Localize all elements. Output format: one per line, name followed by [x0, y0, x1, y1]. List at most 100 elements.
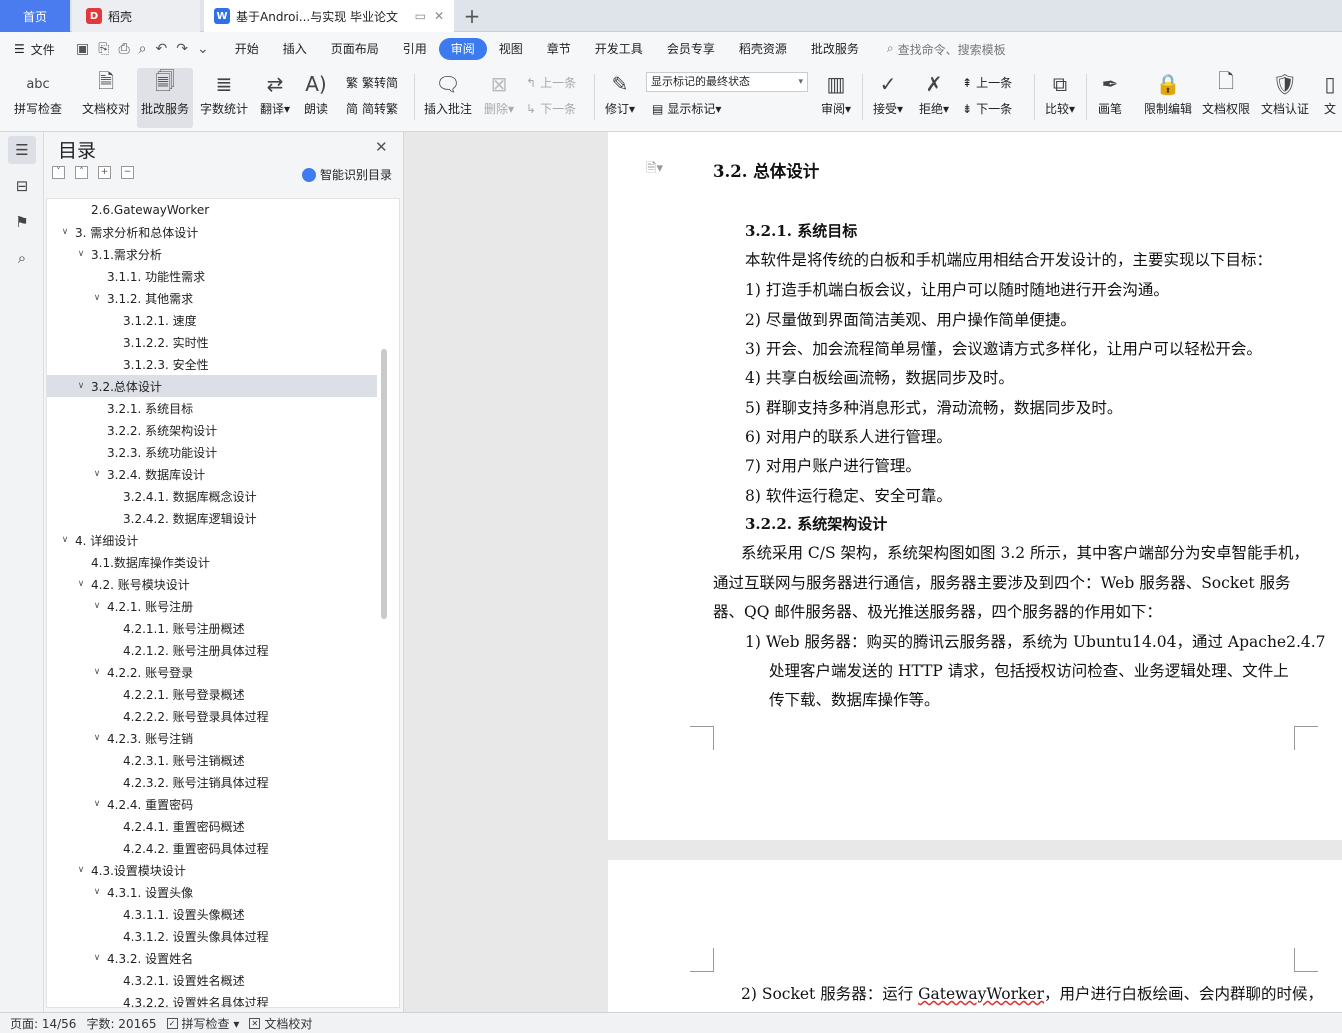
doc-permission-button[interactable]: 🗋 文档权限 [1198, 68, 1254, 128]
toc-item[interactable]: ∨ 4.2.4. 重置密码 [47, 793, 377, 815]
correction-service-button[interactable]: 🗐 批改服务 [137, 68, 193, 128]
toc-item[interactable]: ∨ 4.2.2. 账号登录 [47, 661, 377, 683]
paragraph-options-icon[interactable]: 🗎▾ [646, 159, 663, 181]
close-icon[interactable]: ✕ [375, 138, 388, 156]
chevron-down-icon[interactable]: ∨ [91, 953, 103, 963]
trad-to-simp-button[interactable]: 繁 繁转简 [346, 74, 398, 91]
menu-tab-reference[interactable]: 引用 [391, 38, 439, 60]
menu-tab-start[interactable]: 开始 [223, 38, 271, 60]
read-aloud-button[interactable]: A) 朗读 [298, 68, 334, 128]
spell-check-toggle[interactable]: ✓ 拼写检查 ▾ [166, 1015, 239, 1032]
toc-item[interactable]: ∨ 3.1.2. 其他需求 [47, 287, 377, 309]
chevron-down-icon[interactable]: ∨ [91, 469, 103, 479]
doc-check-button[interactable]: 🗎 文档校对 [78, 68, 134, 128]
display-state-select[interactable]: 显示标记的最终状态 ▾ [646, 72, 808, 92]
toc-item[interactable]: ∨ 3.2.总体设计 [47, 375, 377, 397]
compare-button[interactable]: ⧉ 比较▾ [1040, 68, 1080, 128]
new-tab-button[interactable]: + [458, 0, 486, 32]
menu-tab-layout[interactable]: 页面布局 [319, 38, 391, 60]
toc-item[interactable]: 4.3.2.1. 设置姓名概述 [47, 969, 377, 991]
chevron-down-icon[interactable]: ∨ [91, 293, 103, 303]
word-count-button[interactable]: ≣ 字数统计 [196, 68, 252, 128]
toc-item[interactable]: ∨ 4.3.2. 设置姓名 [47, 947, 377, 969]
review-pane-button[interactable]: ▥ 审阅▾ [816, 68, 856, 128]
toc-view-icon[interactable]: ☰ [8, 136, 36, 164]
track-changes-button[interactable]: ✎ 修订▾ [600, 68, 640, 128]
file-menu[interactable]: ☰ 文件 [0, 41, 70, 58]
toc-item[interactable]: 3.1.2.3. 安全性 [47, 353, 377, 375]
menu-tab-developer[interactable]: 开发工具 [583, 38, 655, 60]
undo-icon[interactable]: ↶ [155, 41, 167, 57]
add-heading-icon[interactable]: + [98, 166, 111, 179]
close-tab-icon[interactable]: ✕ [434, 9, 444, 23]
toc-item[interactable]: 4.2.4.1. 重置密码概述 [47, 815, 377, 837]
toc-item[interactable]: ∨ 4.2.1. 账号注册 [47, 595, 377, 617]
prev-comment-button[interactable]: ↰ 上一条 [526, 74, 576, 91]
chevron-down-icon[interactable]: ∨ [75, 579, 87, 589]
chevron-down-icon[interactable]: ∨ [59, 535, 71, 545]
simp-to-trad-button[interactable]: 简 简转繁 [346, 100, 398, 117]
toc-item[interactable]: 3.1.1. 功能性需求 [47, 265, 377, 287]
next-change-button[interactable]: ⇟ 下一条 [962, 100, 1012, 117]
pen-button[interactable]: ✒ 画笔 [1092, 68, 1128, 128]
toc-item[interactable]: 4.3.1.2. 设置头像具体过程 [47, 925, 377, 947]
chevron-down-icon[interactable]: ∨ [91, 667, 103, 677]
toc-item[interactable]: 3.2.4.2. 数据库逻辑设计 [47, 507, 377, 529]
redo-icon[interactable]: ↷ [176, 41, 188, 57]
toc-item[interactable]: 4.2.3.1. 账号注销概述 [47, 749, 377, 771]
export-icon[interactable]: ⎘ [98, 41, 109, 57]
next-comment-button[interactable]: ↳ 下一条 [526, 100, 576, 117]
menu-tab-section[interactable]: 章节 [535, 38, 583, 60]
toc-item[interactable]: 3.2.4.1. 数据库概念设计 [47, 485, 377, 507]
spell-check-button[interactable]: abc 拼写检查 [8, 68, 68, 128]
preview-icon[interactable]: ⌕ [139, 41, 147, 57]
accept-button[interactable]: ✓ 接受▾ [868, 68, 908, 128]
menu-tab-daoke[interactable]: 稻壳资源 [727, 38, 799, 60]
toc-item[interactable]: 3.1.2.1. 速度 [47, 309, 377, 331]
menu-tab-insert[interactable]: 插入 [271, 38, 319, 60]
menu-tab-member[interactable]: 会员专享 [655, 38, 727, 60]
toc-item[interactable]: ∨ 3.2.4. 数据库设计 [47, 463, 377, 485]
chevron-down-icon[interactable]: ∨ [75, 249, 87, 259]
save-icon[interactable]: ▣ [76, 41, 89, 57]
toc-item[interactable]: ∨ 4.2. 账号模块设计 [47, 573, 377, 595]
toc-item[interactable]: 4.2.2.1. 账号登录概述 [47, 683, 377, 705]
toc-item[interactable]: ∨ 3. 需求分析和总体设计 [47, 221, 377, 243]
page-indicator[interactable]: 页面: 14/56 [10, 1015, 76, 1032]
toc-item[interactable]: 4.2.4.2. 重置密码具体过程 [47, 837, 377, 859]
delete-comment-button[interactable]: ⊠ 删除▾ [480, 68, 518, 128]
menu-tab-review[interactable]: 审阅 [438, 38, 487, 60]
tab-daoke[interactable]: D 稻壳 [72, 0, 200, 32]
chapter-view-icon[interactable]: ⊟ [8, 172, 36, 200]
toc-item[interactable]: 2.6.GatewayWorker [47, 199, 377, 221]
doc-check-status[interactable]: ✕ 文档校对 [249, 1015, 312, 1032]
print-icon[interactable]: ⎙ [118, 41, 129, 57]
chevron-down-icon[interactable]: ∨ [75, 865, 87, 875]
restrict-edit-button[interactable]: 🔒 限制编辑 [1140, 68, 1196, 128]
prev-change-button[interactable]: ⇞ 上一条 [962, 74, 1012, 91]
show-marks-button[interactable]: ▤ 显示标记▾ [652, 100, 721, 117]
toc-item[interactable]: ∨ 3.1.需求分析 [47, 243, 377, 265]
toc-item[interactable]: 4.3.1.1. 设置头像概述 [47, 903, 377, 925]
menu-tab-view[interactable]: 视图 [487, 38, 535, 60]
toc-item[interactable]: ∨ 4.3.1. 设置头像 [47, 881, 377, 903]
doc-certify-button[interactable]: 🛡 文档认证 [1257, 68, 1313, 128]
tab-home[interactable]: 首页 [0, 0, 70, 32]
toc-item[interactable]: 4.2.2.2. 账号登录具体过程 [47, 705, 377, 727]
command-search[interactable]: ⌕ 查找命令、搜索模板 [887, 41, 1006, 58]
chevron-down-icon[interactable]: ∨ [75, 381, 87, 391]
toc-scrollbar[interactable] [381, 349, 387, 619]
smart-toc-button[interactable]: 智能识别目录 [302, 166, 392, 183]
toc-item[interactable]: ∨ 4. 详细设计 [47, 529, 377, 551]
more-ribbon-button[interactable]: ▯ 文 [1318, 68, 1342, 128]
toc-item[interactable]: ∨ 4.2.3. 账号注销 [47, 727, 377, 749]
search-icon[interactable]: ⌕ [8, 244, 36, 272]
toc-item[interactable]: ∨ 4.3.设置模块设计 [47, 859, 377, 881]
chevron-down-icon[interactable]: ∨ [59, 227, 71, 237]
toc-item[interactable]: 3.2.1. 系统目标 [47, 397, 377, 419]
chevron-down-icon[interactable]: ∨ [91, 799, 103, 809]
chevron-down-icon[interactable]: ∨ [91, 733, 103, 743]
toc-item[interactable]: 3.1.2.2. 实时性 [47, 331, 377, 353]
insert-comment-button[interactable]: 🗨 插入批注 [420, 68, 476, 128]
toc-item[interactable]: 3.2.3. 系统功能设计 [47, 441, 377, 463]
